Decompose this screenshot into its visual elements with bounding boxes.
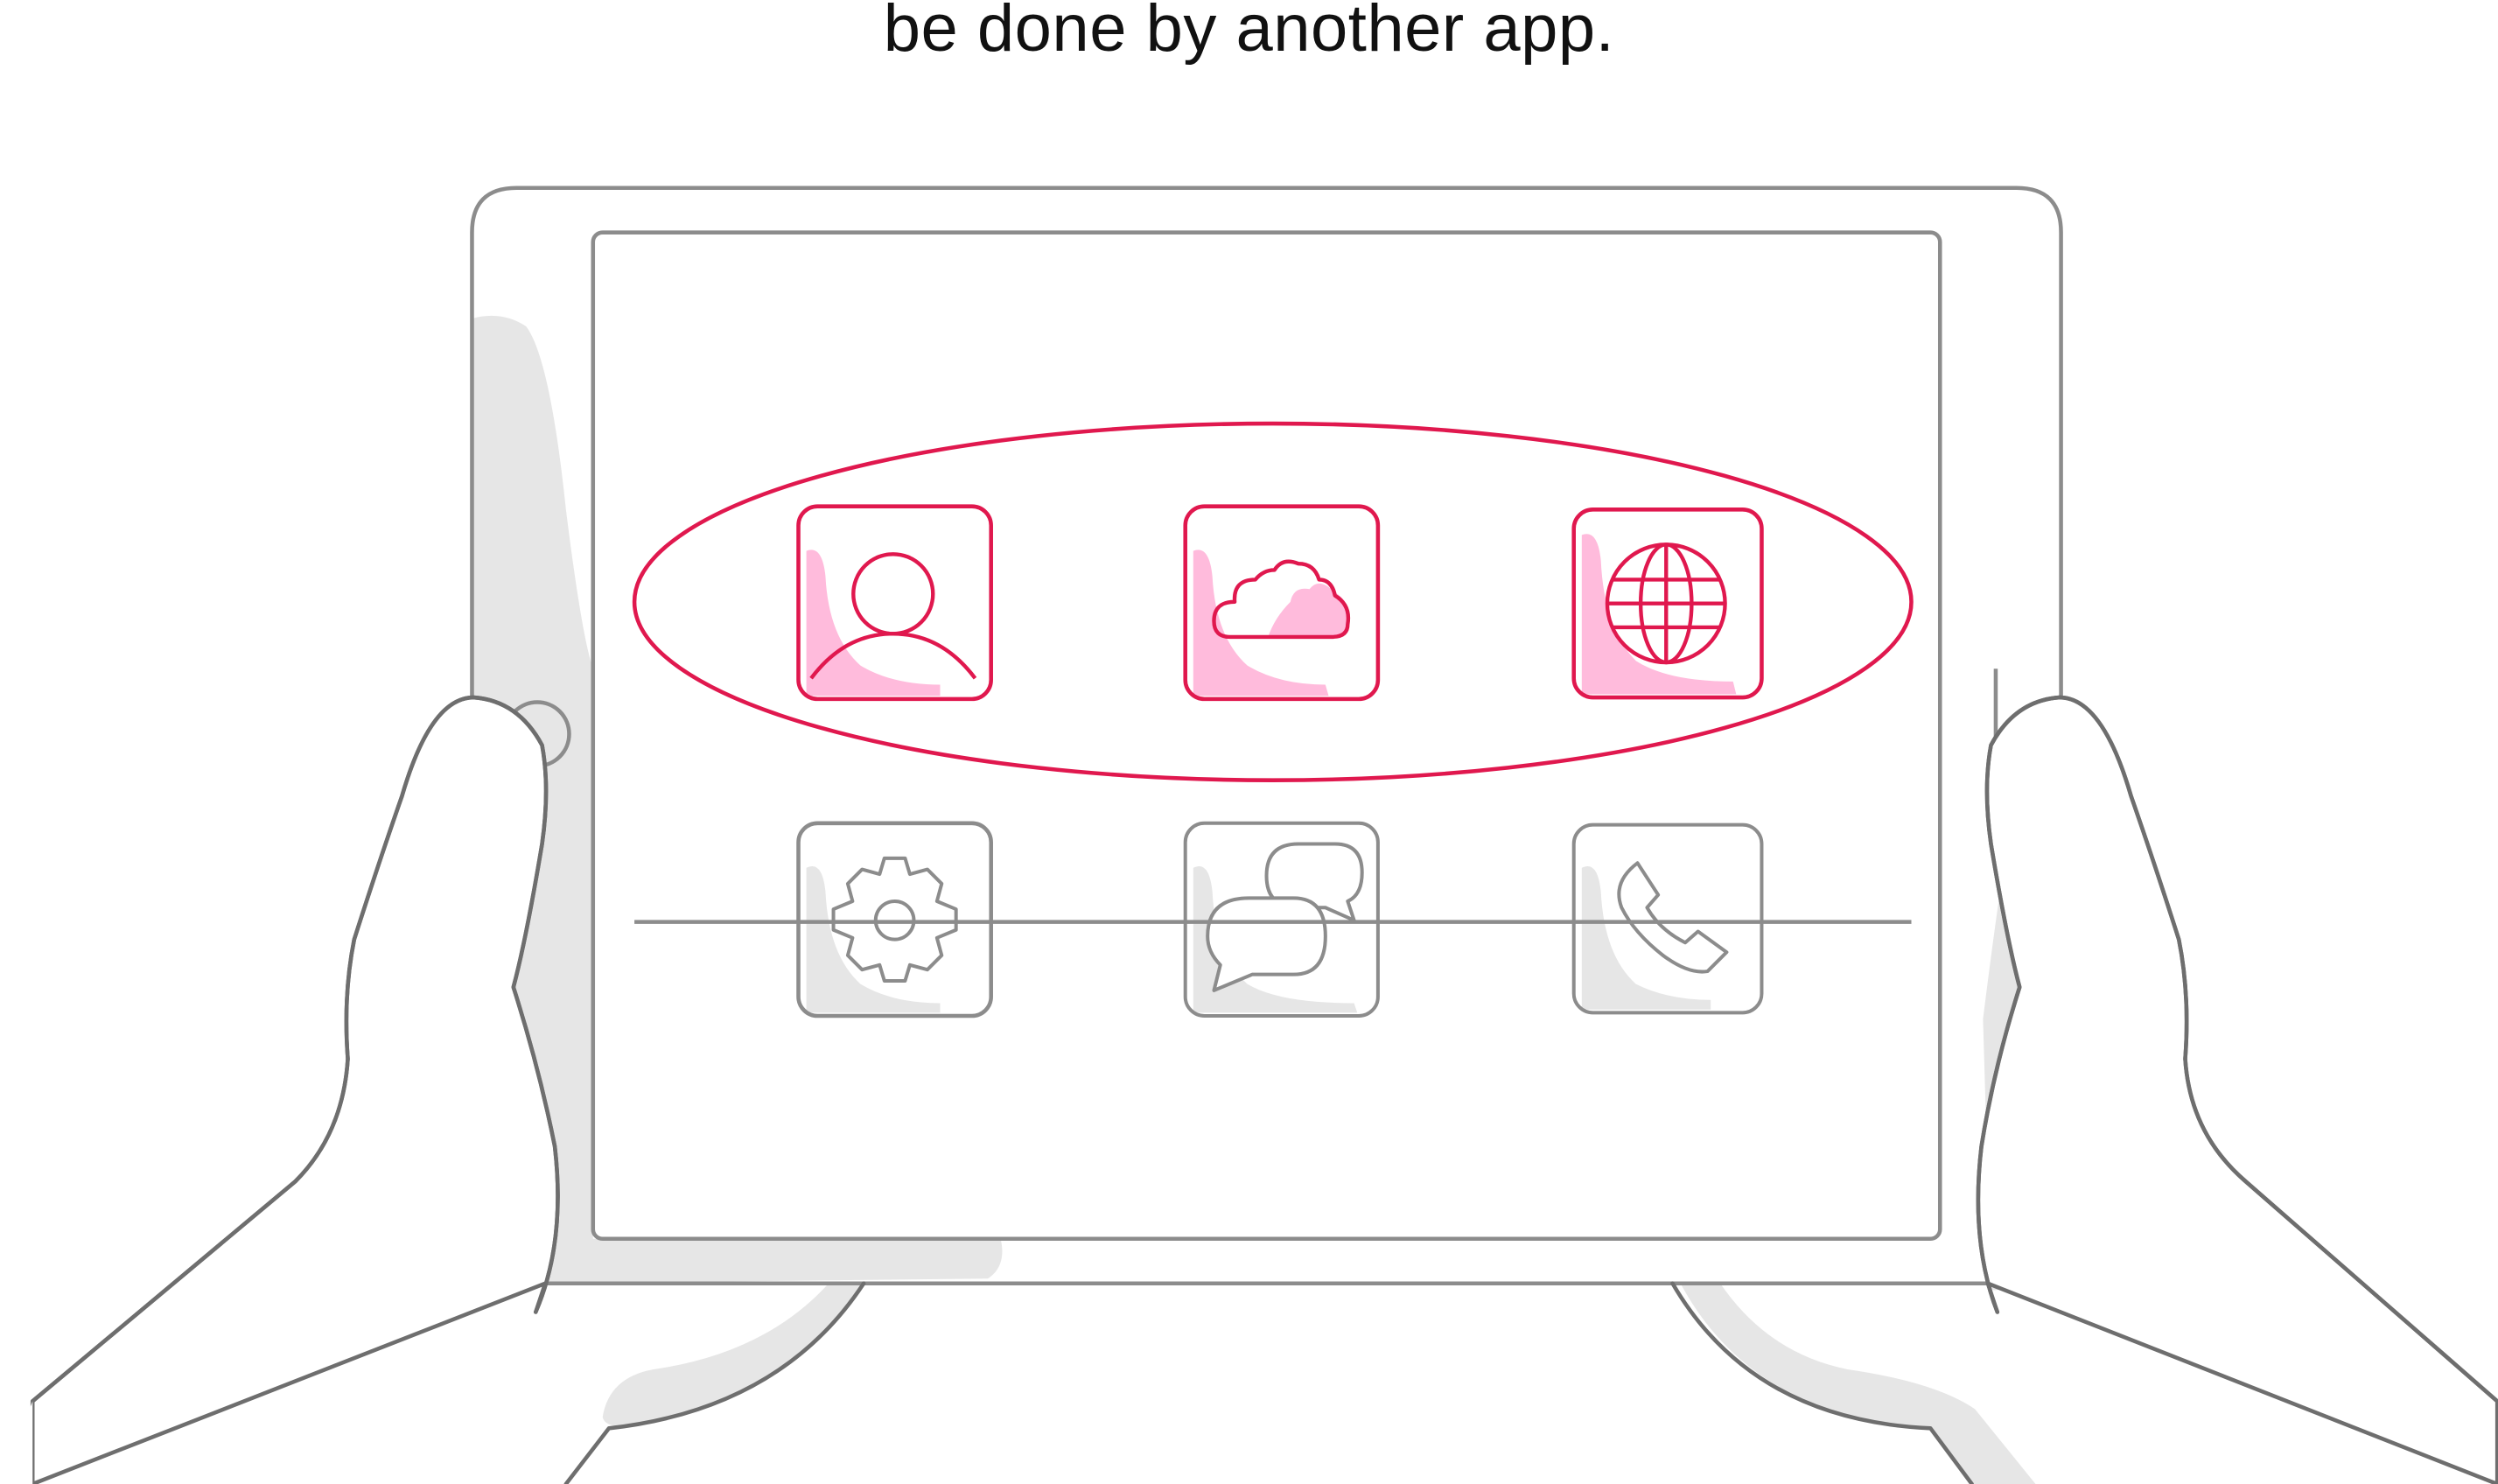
left-hand-mask (0, 1401, 33, 1484)
illustration: be done by another app. (0, 0, 2498, 1484)
hands (30, 695, 2498, 1484)
tile-shadow (806, 865, 941, 1013)
phone-icon (1617, 861, 1729, 974)
crossed-out-apps (634, 821, 1912, 1018)
left-arm-shadow (602, 1283, 864, 1427)
left-hand (30, 695, 560, 1484)
app-tile-messages[interactable] (1183, 821, 1380, 1018)
gear-icon (831, 856, 958, 983)
chat-bubbles-icon (1206, 842, 1364, 992)
app-tile-settings[interactable] (796, 821, 993, 1018)
app-tile-phone[interactable] (1571, 822, 1764, 1015)
tablet (470, 186, 2063, 1285)
globe-icon (1605, 542, 1727, 665)
app-tile-browser[interactable] (1571, 508, 1764, 700)
cloud-fill (1268, 583, 1348, 637)
tablet-screen (591, 230, 1942, 1242)
right-arm-shadow (1680, 1283, 2036, 1484)
app-tile-contacts[interactable] (796, 504, 993, 702)
app-tile-cloud[interactable] (1183, 504, 1381, 702)
screen-bottom-shadow (545, 1238, 1003, 1284)
right-hand (1976, 695, 2498, 1484)
tablet-frame (470, 186, 2063, 1284)
highlighted-apps (632, 421, 1914, 782)
tablet-illustration (0, 186, 2498, 1484)
